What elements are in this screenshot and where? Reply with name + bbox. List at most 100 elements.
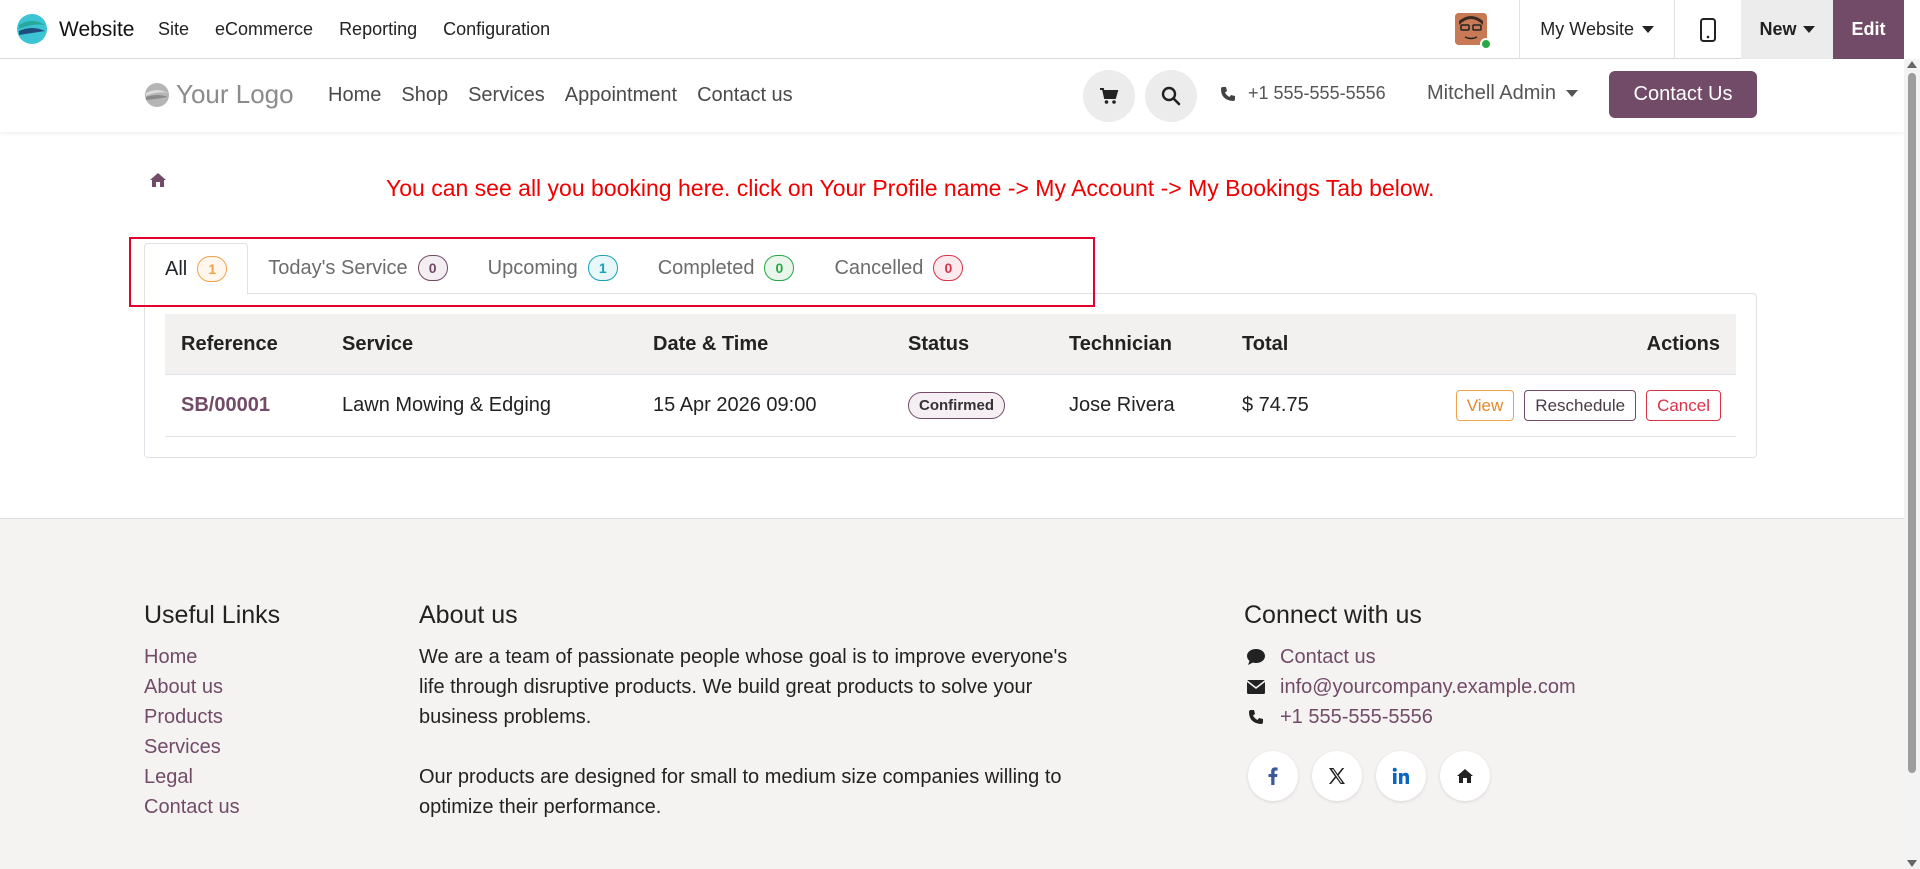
bookings-table-card: Reference Service Date & Time Status Tec… — [144, 293, 1757, 458]
comment-icon — [1244, 648, 1268, 666]
facebook-icon — [1268, 767, 1278, 785]
col-datetime: Date & Time — [653, 332, 769, 355]
tab-todays-service[interactable]: Today's Service 0 — [248, 242, 467, 294]
useful-links: Home About us Products Services Legal Co… — [144, 642, 240, 822]
booking-reference[interactable]: SB/00001 — [181, 375, 270, 436]
linkedin-icon — [1392, 767, 1409, 784]
linkedin-button[interactable] — [1376, 751, 1426, 801]
home-icon — [150, 173, 166, 187]
table-row: SB/00001 Lawn Mowing & Edging 15 Apr 202… — [165, 375, 1736, 437]
page-scrollbar[interactable] — [1904, 59, 1920, 869]
scroll-up-arrow-icon[interactable] — [1907, 61, 1917, 68]
site-nav: Home Shop Services Appointment Contact u… — [328, 59, 793, 132]
app-name[interactable]: Website — [59, 18, 134, 42]
x-twitter-icon — [1329, 768, 1345, 784]
booking-notice: You can see all you booking here. click … — [386, 175, 1435, 201]
tab-cancelled[interactable]: Cancelled 0 — [814, 242, 983, 294]
x-twitter-button[interactable] — [1312, 751, 1362, 801]
booking-tabs: All 1 Today's Service 0 Upcoming 1 Compl… — [144, 242, 983, 295]
phone-icon — [1244, 709, 1268, 725]
logo-mark-icon — [145, 82, 169, 107]
website-selector[interactable]: My Website — [1520, 19, 1674, 40]
nav-shop[interactable]: Shop — [401, 84, 448, 107]
nav-home[interactable]: Home — [328, 84, 381, 107]
footer-link-legal[interactable]: Legal — [144, 762, 240, 792]
header-phone[interactable]: +1 555-555-5556 — [1220, 83, 1386, 104]
website-app-icon[interactable] — [16, 13, 48, 45]
cancel-button[interactable]: Cancel — [1646, 390, 1721, 421]
user-avatar[interactable] — [1455, 12, 1493, 50]
scroll-thumb[interactable] — [1908, 73, 1916, 773]
chevron-down-icon — [1642, 26, 1654, 33]
count-badge: 0 — [933, 255, 964, 281]
top-bar-right: My Website New Edit — [1455, 0, 1904, 59]
chevron-down-icon — [1565, 90, 1578, 97]
about-title: About us — [419, 601, 518, 629]
tab-completed[interactable]: Completed 0 — [638, 242, 815, 294]
footer-link-contact-us[interactable]: Contact us — [144, 792, 240, 822]
mobile-icon — [1700, 17, 1716, 42]
online-status-dot — [1480, 37, 1493, 50]
edit-button[interactable]: Edit — [1833, 0, 1904, 59]
connect-list: Contact us info@yourcompany.example.com … — [1244, 642, 1576, 732]
menu-configuration[interactable]: Configuration — [443, 19, 550, 40]
booking-datetime: 15 Apr 2026 09:00 — [653, 394, 817, 416]
footer-link-home[interactable]: Home — [144, 642, 240, 672]
footer-link-about-us[interactable]: About us — [144, 672, 240, 702]
nav-appointment[interactable]: Appointment — [565, 84, 677, 107]
about-paragraph-1: We are a team of passionate people whose… — [419, 646, 1068, 728]
search-button[interactable] — [1145, 70, 1197, 122]
tab-all[interactable]: All 1 — [144, 243, 249, 295]
tab-upcoming[interactable]: Upcoming 1 — [468, 242, 638, 294]
website-header: Your Logo Home Shop Services Appointment… — [0, 59, 1904, 132]
nav-contact-us[interactable]: Contact us — [697, 84, 793, 107]
cart-button[interactable] — [1083, 70, 1135, 122]
table-header: Reference Service Date & Time Status Tec… — [165, 314, 1736, 375]
footer: Useful Links Home About us Products Serv… — [0, 518, 1904, 869]
contact-us-button[interactable]: Contact Us — [1609, 71, 1757, 118]
menu-reporting[interactable]: Reporting — [339, 19, 417, 40]
connect-contact-link[interactable]: Contact us — [1244, 642, 1576, 672]
booking-technician: Jose Rivera — [1069, 394, 1175, 416]
menu-ecommerce[interactable]: eCommerce — [215, 19, 313, 40]
phone-icon — [1221, 86, 1235, 101]
site-logo[interactable]: Your Logo — [144, 79, 294, 110]
user-menu[interactable]: Mitchell Admin — [1427, 82, 1578, 105]
footer-link-services[interactable]: Services — [144, 732, 240, 762]
facebook-button[interactable] — [1248, 751, 1298, 801]
col-service: Service — [342, 332, 414, 355]
reschedule-button[interactable]: Reschedule — [1524, 390, 1637, 421]
col-status: Status — [908, 332, 970, 355]
col-technician: Technician — [1069, 332, 1172, 355]
view-button[interactable]: View — [1455, 390, 1515, 421]
nav-services[interactable]: Services — [468, 84, 545, 107]
connect-email-link[interactable]: info@yourcompany.example.com — [1244, 672, 1576, 702]
menu-site[interactable]: Site — [158, 19, 189, 40]
count-badge: 0 — [764, 255, 795, 281]
envelope-icon — [1244, 679, 1268, 695]
breadcrumb-home[interactable] — [149, 172, 167, 193]
search-icon — [1161, 86, 1181, 106]
connect-phone-link[interactable]: +1 555-555-5556 — [1244, 702, 1576, 732]
count-badge: 1 — [197, 256, 228, 282]
count-badge: 1 — [587, 255, 618, 281]
col-actions: Actions — [1646, 332, 1720, 355]
home-social-button[interactable] — [1440, 751, 1490, 801]
col-total: Total — [1242, 332, 1289, 355]
new-button[interactable]: New — [1741, 0, 1833, 59]
count-badge: 0 — [417, 255, 448, 281]
status-badge: Confirmed — [908, 392, 1005, 419]
cart-icon — [1100, 88, 1119, 104]
useful-links-title: Useful Links — [144, 601, 281, 629]
top-menu: Site eCommerce Reporting Configuration — [158, 0, 550, 59]
home-icon — [1457, 769, 1473, 783]
connect-title: Connect with us — [1244, 601, 1422, 629]
about-text: We are a team of passionate people whose… — [419, 642, 1079, 822]
footer-link-products[interactable]: Products — [144, 702, 240, 732]
booking-total: $ 74.75 — [1242, 394, 1309, 416]
scroll-down-arrow-icon[interactable] — [1907, 860, 1917, 867]
col-reference: Reference — [181, 332, 278, 355]
row-actions: View Reschedule Cancel — [1446, 375, 1721, 436]
mobile-preview-button[interactable] — [1675, 0, 1741, 59]
chevron-down-icon — [1802, 26, 1815, 33]
